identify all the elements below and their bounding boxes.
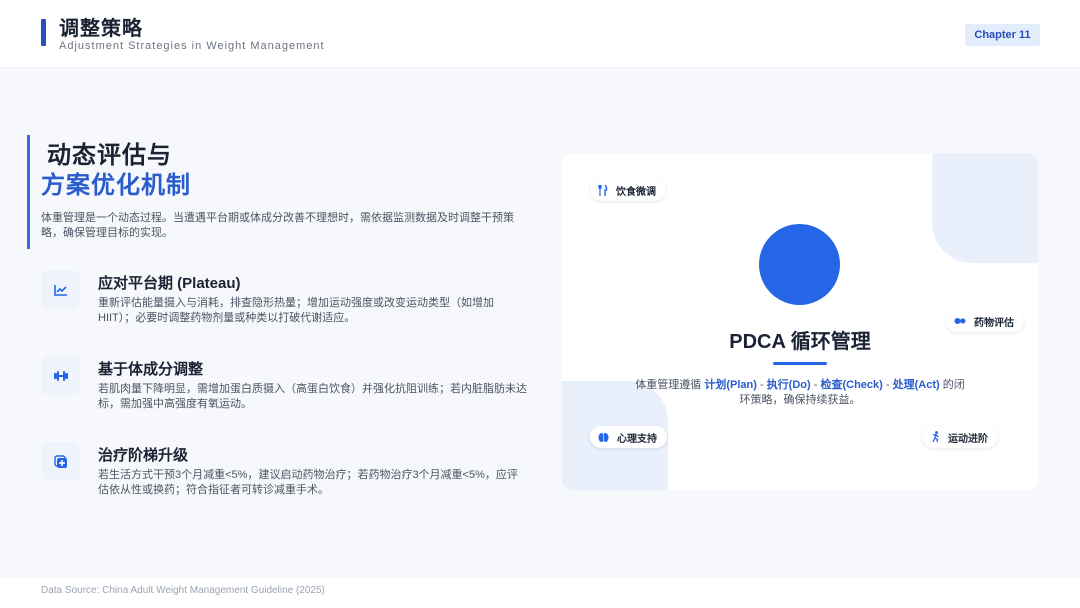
desc-sep: - (810, 379, 821, 391)
trend-chart-icon (41, 270, 80, 309)
tag-label: 心理支持 (617, 433, 657, 445)
tag-psychology: 心理支持 (590, 426, 667, 448)
item-description: 重新评估能量摄入与消耗，排查隐形热量；增加运动强度或改变运动类型（如增加HIIT… (98, 297, 494, 324)
tag-label: 饮食微调 (616, 186, 656, 198)
pdca-act: 处理(Act) (892, 379, 940, 391)
pdca-plan: 计划(Plan) (704, 379, 757, 391)
medical-plus-icon (41, 442, 80, 481)
title-underline (773, 362, 827, 365)
desc-sep: - (756, 379, 767, 391)
intro-description: 体重管理是一个动态过程。当遭遇平台期或体成分改善不理想时，需依据监测数据及时调整… (41, 212, 514, 239)
dumbbell-icon (41, 356, 80, 395)
tag-label: 运动进阶 (948, 433, 988, 445)
item-title: 应对平台期 (Plateau) (98, 275, 241, 292)
item-description: 若生活方式干预3个月减重<5%，建议启动药物治疗；若药物治疗3个月减重<5%，应… (98, 469, 518, 496)
page-header: 调整策略 Adjustment Strategies in Weight Man… (0, 0, 1080, 68)
utensils-icon (598, 184, 608, 196)
tag-diet: 饮食微调 (590, 179, 666, 201)
page-title: 调整策略 (59, 16, 143, 40)
intro-section: 动态评估与 方案优化机制 体重管理是一个动态过程。当遭遇平台期或体成分改善不理想… (27, 135, 527, 249)
strategy-item-body-composition: 基于体成分调整 若肌肉量下降明显，需增加蛋白质摄入（高蛋白饮食）并强化抗阻训练；… (41, 356, 531, 426)
running-icon (932, 431, 939, 443)
pdca-circle (759, 224, 840, 305)
page-subtitle: Adjustment Strategies in Weight Manageme… (59, 40, 325, 52)
card-description: 体重管理遵循 计划(Plan) - 执行(Do) - 检查(Check) - 处… (630, 378, 970, 408)
card-title: PDCA 循环管理 (729, 331, 871, 353)
pdca-do: 执行(Do) (766, 379, 811, 391)
data-source: Data Source: China Adult Weight Manageme… (41, 585, 325, 596)
decorative-blob (932, 153, 1038, 263)
strategy-item-treatment-escalation: 治疗阶梯升级 若生活方式干预3个月减重<5%，建议启动药物治疗；若药物治疗3个月… (41, 442, 531, 512)
desc-prefix: 体重管理遵循 (635, 379, 705, 391)
item-title: 治疗阶梯升级 (98, 447, 189, 464)
page-footer: Data Source: China Adult Weight Manageme… (0, 577, 1080, 608)
strategy-item-plateau: 应对平台期 (Plateau) 重新评估能量摄入与消耗，排查隐形热量；增加运动强… (41, 270, 531, 340)
item-title: 基于体成分调整 (98, 361, 204, 378)
tag-exercise: 运动进阶 (922, 426, 998, 448)
intro-title-line2: 方案优化机制 (41, 172, 191, 199)
pdca-card: 饮食微调 药物评估 心理支持 运动进阶 PDCA 循环管理 体重管理遵循 计划(… (562, 153, 1038, 490)
header-accent-bar (41, 19, 46, 46)
pdca-check: 检查(Check) (820, 379, 883, 391)
chapter-badge: Chapter 11 (965, 24, 1040, 46)
item-description: 若肌肉量下降明显，需增加蛋白质摄入（高蛋白饮食）并强化抗阻训练；若内脏脂肪未达标… (98, 383, 527, 410)
brain-icon (598, 432, 609, 442)
desc-sep: - (882, 379, 893, 391)
